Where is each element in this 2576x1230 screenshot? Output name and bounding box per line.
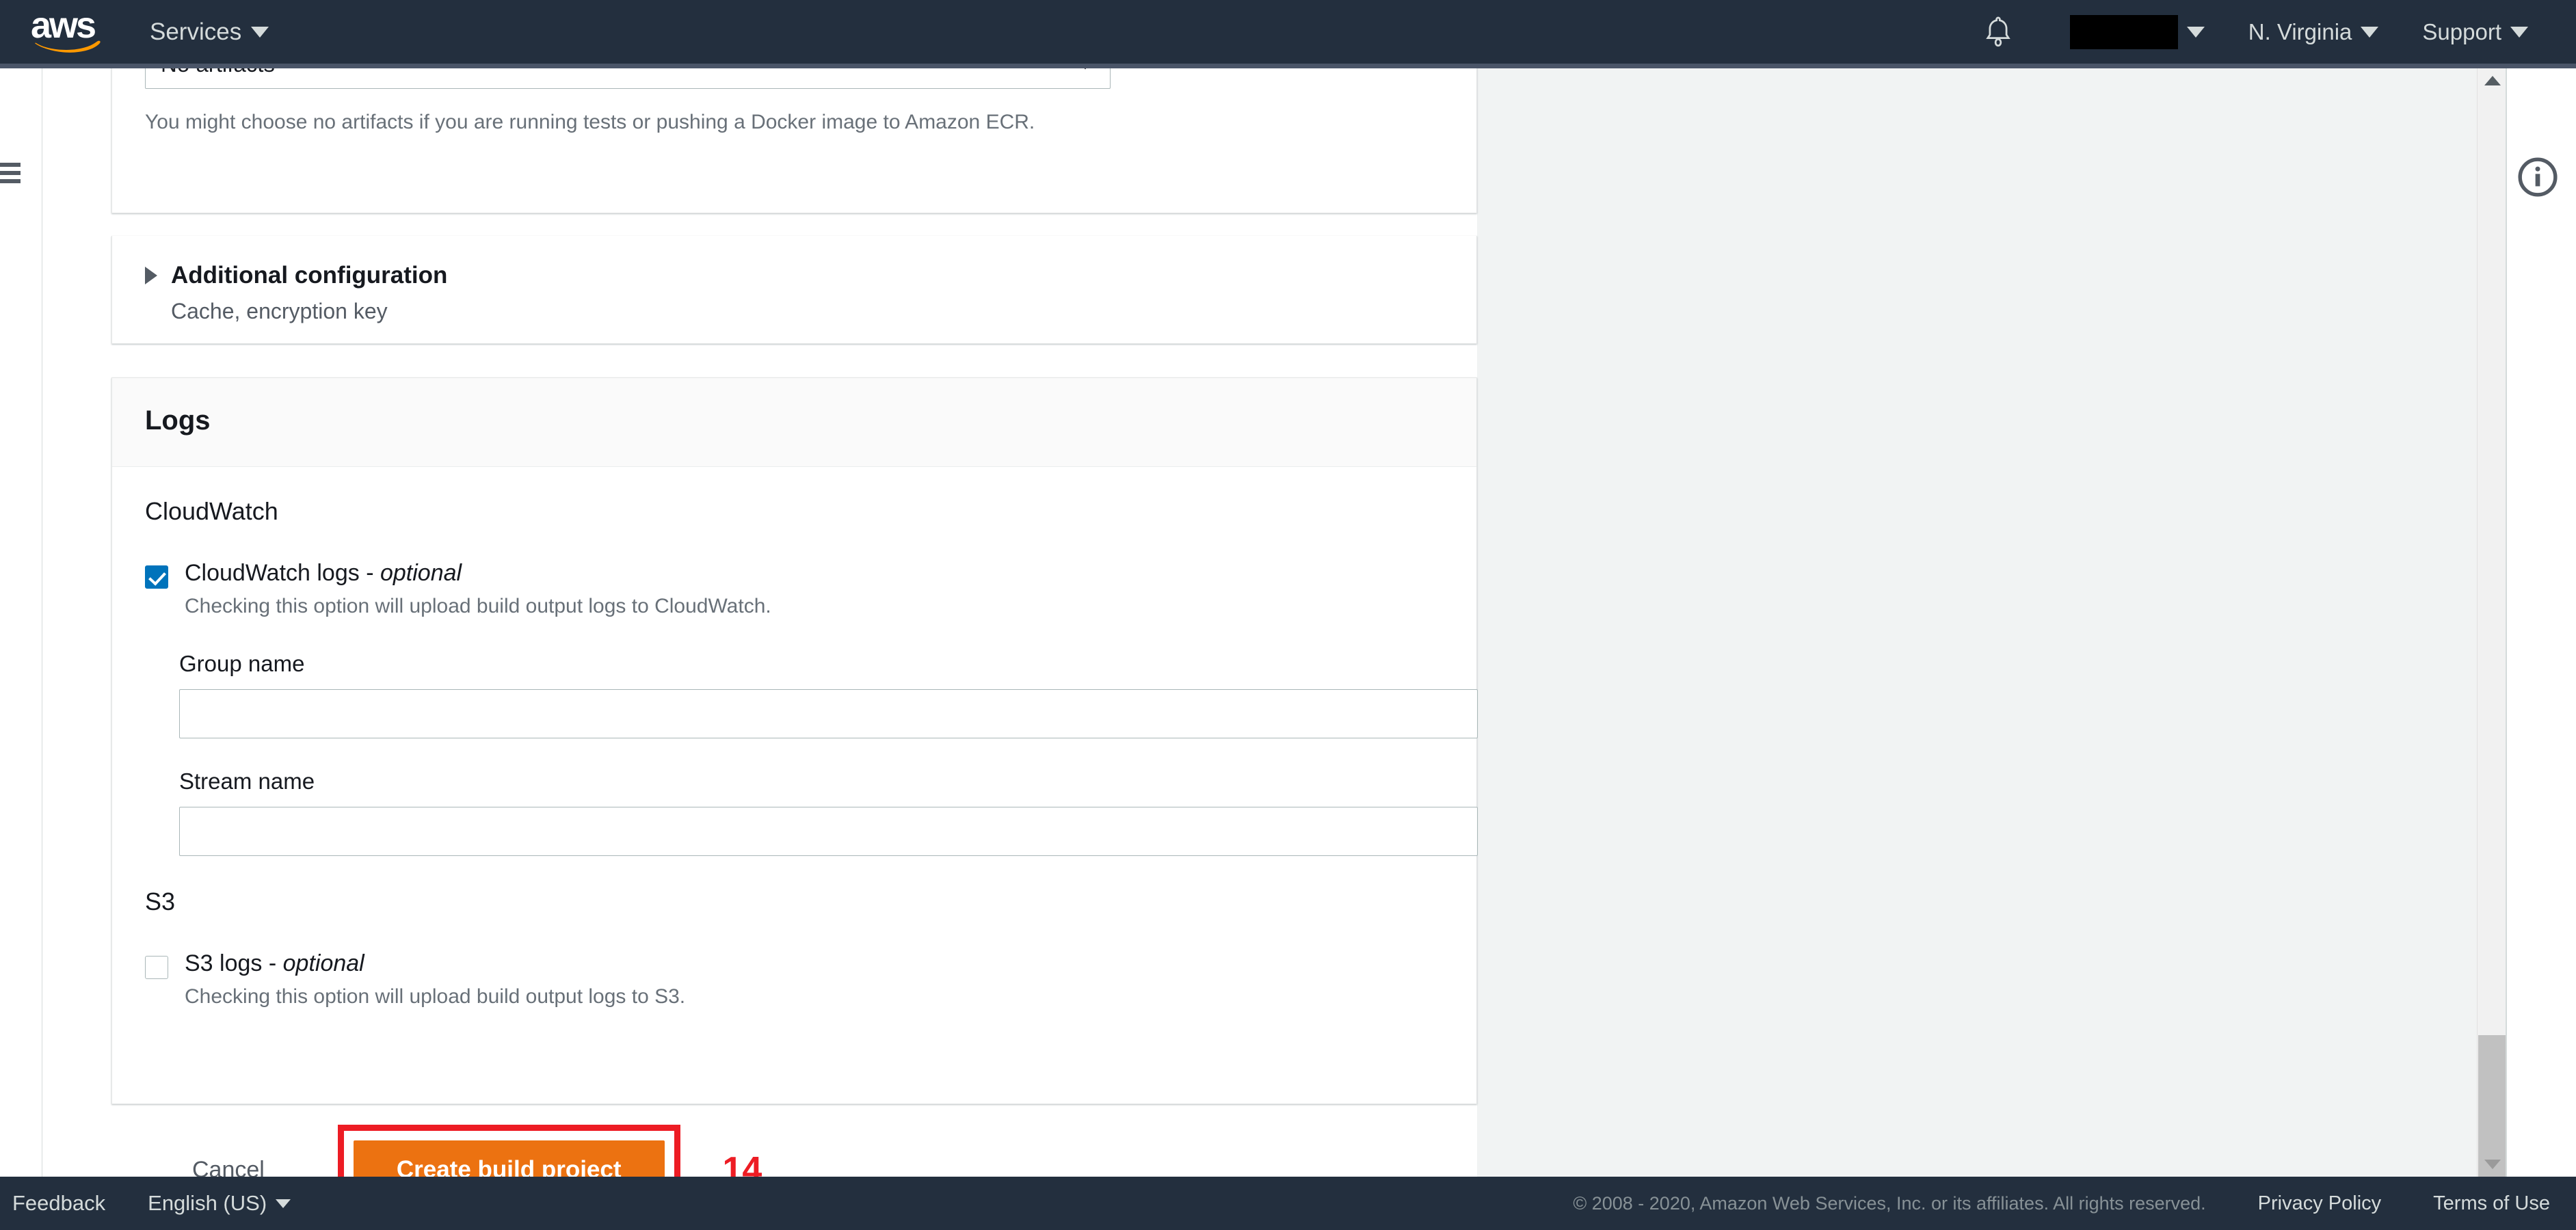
logs-card-title: Logs — [145, 405, 211, 436]
services-menu[interactable]: Services — [150, 18, 269, 46]
language-label: English (US) — [148, 1191, 267, 1215]
s3-logs-label-main: S3 logs - — [185, 950, 283, 976]
logs-card-body: CloudWatch CloudWatch logs - optional Ch… — [112, 467, 1478, 1008]
group-name-label: Group name — [179, 651, 305, 676]
chevron-down-icon — [2510, 26, 2528, 38]
hamburger-menu-icon[interactable] — [0, 163, 21, 183]
cancel-button[interactable]: Cancel — [185, 1147, 271, 1177]
s3-logs-checkbox[interactable] — [145, 956, 168, 979]
top-nav-divider — [0, 64, 2576, 68]
cloudwatch-logs-description: Checking this option will upload build o… — [185, 595, 771, 617]
cloudwatch-logs-label: CloudWatch logs - optional — [185, 560, 462, 586]
aws-smile-icon — [35, 40, 101, 53]
chevron-down-icon — [2361, 26, 2379, 38]
chevron-down-icon — [276, 1199, 291, 1208]
s3-logs-description: Checking this option will upload build o… — [185, 985, 686, 1008]
form-content-column: No artifacts You might choose no artifac… — [42, 68, 1478, 1177]
region-label: N. Virginia — [2248, 18, 2352, 44]
create-build-project-highlight: Create build project — [337, 1125, 680, 1177]
artifacts-type-select[interactable]: No artifacts — [145, 68, 1111, 89]
cloudwatch-logs-checkbox-text: CloudWatch logs - optional Checking this… — [185, 560, 771, 618]
chevron-right-icon — [145, 267, 157, 284]
services-label: Services — [150, 18, 242, 45]
s3-logs-label-optional: optional — [282, 950, 364, 976]
group-name-input[interactable] — [179, 689, 1478, 738]
additional-configuration-title: Additional configuration — [171, 262, 448, 289]
s3-logs-checkbox-text: S3 logs - optional Checking this option … — [185, 950, 685, 1008]
feedback-link[interactable]: Feedback — [12, 1191, 105, 1216]
info-panel-button[interactable] — [2517, 156, 2559, 198]
region-menu[interactable]: N. Virginia — [2227, 19, 2401, 45]
artifacts-type-value: No artifacts — [161, 68, 275, 77]
right-help-panel — [2506, 68, 2576, 1177]
cloudwatch-logs-checkbox[interactable] — [145, 565, 168, 589]
notifications-button[interactable] — [1977, 11, 2019, 53]
stream-name-label: Stream name — [179, 768, 315, 794]
chevron-down-icon — [1077, 68, 1093, 70]
top-navigation-bar: aws Services N. Virginia Support — [0, 0, 2576, 64]
chevron-down-icon — [2484, 1160, 2501, 1169]
stream-name-field: Stream name — [179, 768, 1478, 856]
support-menu[interactable]: Support — [2400, 19, 2550, 45]
create-build-project-button[interactable]: Create build project — [353, 1140, 665, 1177]
bottom-footer-bar: Feedback English (US) © 2008 - 2020, Ama… — [0, 1177, 2576, 1230]
scrollbar-down-button[interactable] — [2478, 1152, 2507, 1177]
page-body: No artifacts You might choose no artifac… — [42, 68, 2576, 1177]
artifacts-card: No artifacts You might choose no artifac… — [111, 68, 1477, 213]
additional-configuration-toggle[interactable]: Additional configuration — [145, 262, 1444, 289]
footer-left-group: Feedback English (US) — [0, 1191, 291, 1216]
language-selector[interactable]: English (US) — [148, 1191, 291, 1216]
top-nav-right-group: N. Virginia Support — [1977, 11, 2576, 53]
info-circle-icon — [2518, 157, 2558, 197]
bell-icon — [1986, 16, 2010, 46]
cloudwatch-logs-label-optional: optional — [380, 560, 462, 586]
scrollbar-up-button[interactable] — [2478, 68, 2507, 93]
logs-card: Logs CloudWatch CloudWatch logs - option… — [111, 377, 1478, 1104]
support-label: Support — [2422, 18, 2501, 44]
account-name-redacted — [2069, 14, 2178, 49]
artifacts-card-body: No artifacts You might choose no artifac… — [112, 68, 1476, 165]
additional-configuration-body: Additional configuration Cache, encrypti… — [112, 236, 1476, 351]
aws-logo-text: aws — [31, 4, 96, 46]
cloudwatch-logs-label-main: CloudWatch logs - — [185, 560, 380, 586]
additional-configuration-subtitle: Cache, encryption key — [171, 299, 388, 323]
s3-subheading: S3 — [145, 887, 176, 915]
vertical-scrollbar[interactable] — [2477, 68, 2507, 1214]
group-name-field: Group name — [179, 651, 1478, 738]
cloudwatch-logs-checkbox-row[interactable]: CloudWatch logs - optional Checking this… — [145, 560, 1444, 618]
s3-logs-checkbox-row[interactable]: S3 logs - optional Checking this option … — [145, 950, 1444, 1008]
s3-logs-label: S3 logs - optional — [185, 950, 364, 976]
privacy-policy-link[interactable]: Privacy Policy — [2258, 1192, 2382, 1215]
footer-right-group: © 2008 - 2020, Amazon Web Services, Inc.… — [1573, 1192, 2576, 1215]
form-actions: Cancel Create build project 14 — [111, 1125, 762, 1177]
additional-configuration-card: Additional configuration Cache, encrypti… — [111, 236, 1477, 344]
logs-card-header: Logs — [112, 378, 1476, 467]
chevron-down-icon — [251, 26, 269, 38]
account-menu[interactable] — [2048, 14, 2227, 49]
step-number-annotation: 14 — [722, 1150, 762, 1177]
stream-name-input[interactable] — [179, 807, 1478, 856]
cloudwatch-subheading: CloudWatch — [145, 497, 278, 525]
chevron-up-icon — [2484, 76, 2501, 85]
chevron-down-icon — [2186, 26, 2205, 38]
left-sidebar-rail — [0, 68, 42, 1177]
terms-of-use-link[interactable]: Terms of Use — [2433, 1192, 2550, 1215]
copyright-text: © 2008 - 2020, Amazon Web Services, Inc.… — [1573, 1192, 2206, 1214]
artifacts-hint-text: You might choose no artifacts if you are… — [145, 111, 1035, 133]
aws-logo[interactable]: aws — [31, 4, 105, 53]
